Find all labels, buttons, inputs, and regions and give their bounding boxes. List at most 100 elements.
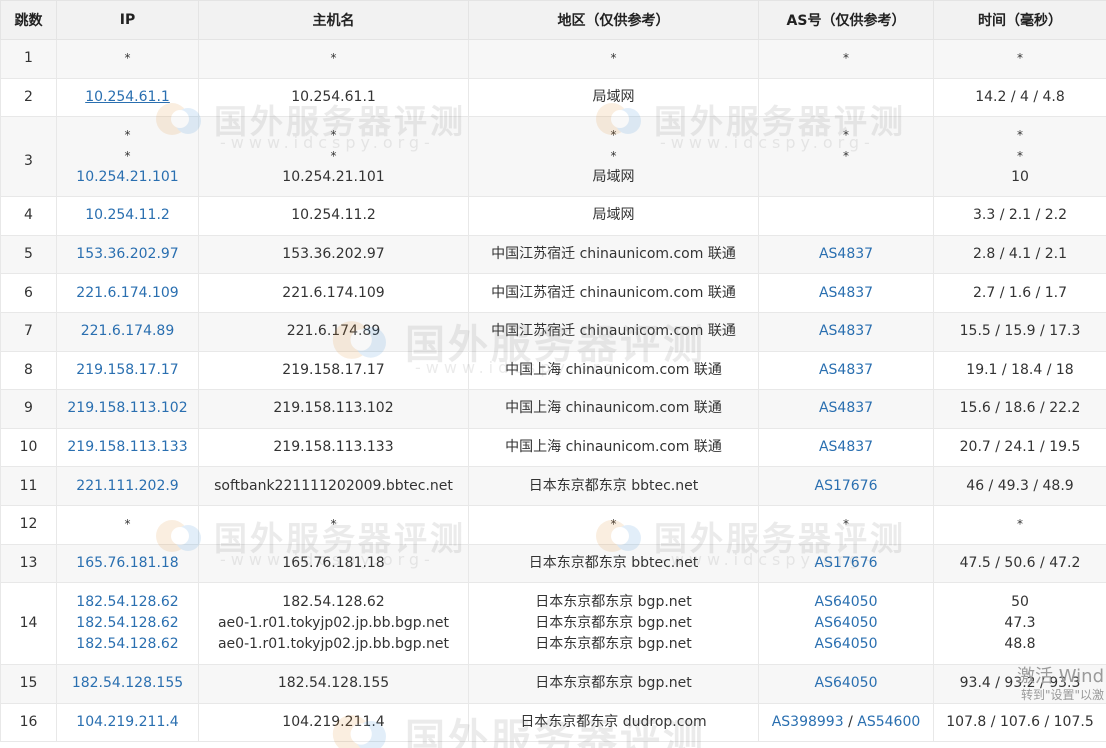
time-text: 14.2 / 4 / 4.8 xyxy=(975,88,1065,105)
as-link[interactable]: AS4837 xyxy=(763,321,929,342)
as-timeout: * xyxy=(843,128,849,143)
ip-timeout: * xyxy=(124,128,131,143)
cell-hop: 15 xyxy=(0,664,57,704)
table-row: 4 10.254.11.2 10.254.11.2 局域网 3.3 / 2.1 / 2… xyxy=(0,196,1106,236)
as-link[interactable]: AS398993 / AS54600 xyxy=(763,712,929,733)
time-timeout: * xyxy=(1017,128,1023,143)
cell-time: 15.5 / 15.9 / 17.3 xyxy=(933,311,1106,352)
cell-region: 局域网 xyxy=(468,196,759,236)
cell-as: * * xyxy=(758,116,934,198)
cell-hostname: 221.6.174.109 xyxy=(198,273,469,313)
cell-hostname: * xyxy=(198,504,469,545)
time-text: 107.8 / 107.6 / 107.5 xyxy=(946,714,1094,731)
cell-region: 中国江苏宿迁 chinaunicom.com 联通 xyxy=(468,234,759,275)
cell-region: * xyxy=(468,504,759,545)
ip-link[interactable]: 221.6.174.109 xyxy=(61,283,194,304)
cell-hostname: 182.54.128.62 ae0-1.r01.tokyjp02.jp.bb.bg… xyxy=(198,582,469,666)
as-link[interactable]: AS64050 xyxy=(763,673,929,694)
cell-as: AS4837 xyxy=(758,234,934,275)
time-text: 20.7 / 24.1 / 19.5 xyxy=(959,439,1081,456)
table-row: 16 104.219.211.4 104.219.211.4 日本东京都东京 dudr… xyxy=(0,702,1106,743)
hostname-text: 219.158.113.133 xyxy=(273,439,394,456)
ip-link[interactable]: 104.219.211.4 xyxy=(61,712,194,733)
cell-region: 中国江苏宿迁 chinaunicom.com 联通 xyxy=(468,273,759,313)
cell-region: * * 局域网 xyxy=(468,116,759,198)
cell-ip: * * 10.254.21.101 xyxy=(56,116,199,198)
region-text: 中国江苏宿迁 chinaunicom.com 联通 xyxy=(491,284,736,301)
ip-link[interactable]: 153.36.202.97 xyxy=(61,244,194,265)
cell-region: 日本东京都东京 bbtec.net xyxy=(468,466,759,506)
cell-hop: 11 xyxy=(0,466,57,506)
ip-link[interactable]: 182.54.128.155 xyxy=(61,673,194,694)
hostname-timeout: * xyxy=(330,517,337,532)
table-row: 7 221.6.174.89 221.6.174.89 中国江苏宿迁 chinauni… xyxy=(0,311,1106,352)
region-timeout: * xyxy=(610,128,617,143)
ip-link[interactable]: 182.54.128.62 xyxy=(61,613,194,634)
traceroute-table: 跳数 IP 主机名 地区（仅供参考） AS号（仅供参考） 时间（毫秒） 1 * * *… xyxy=(0,0,1106,743)
cell-as: * xyxy=(758,39,934,79)
cell-hop: 2 xyxy=(0,77,57,118)
as-timeout: * xyxy=(843,51,849,66)
cell-as: AS4837 xyxy=(758,427,934,468)
as-timeout: * xyxy=(843,149,849,164)
region-text: 日本东京都东京 bgp.net xyxy=(535,675,692,692)
ip-link[interactable]: 10.254.11.2 xyxy=(61,205,194,226)
cell-hostname: 104.219.211.4 xyxy=(198,702,469,743)
as-link[interactable]: AS54600 xyxy=(857,714,920,730)
time-timeout: * xyxy=(1017,51,1023,66)
as-link[interactable]: AS398993 xyxy=(772,714,844,730)
as-link[interactable]: AS64050 xyxy=(763,592,929,613)
as-link[interactable]: AS17676 xyxy=(763,476,929,497)
cell-hop: 9 xyxy=(0,389,57,429)
as-empty xyxy=(763,167,929,188)
ip-link[interactable]: 219.158.17.17 xyxy=(61,360,194,381)
time-text: 50 xyxy=(1011,594,1029,611)
table-row: 1 * * * * * xyxy=(0,39,1106,79)
ip-link[interactable]: 219.158.113.133 xyxy=(61,437,194,458)
time-text: 2.8 / 4.1 / 2.1 xyxy=(972,246,1068,263)
cell-as: AS64050 xyxy=(758,664,934,704)
ip-link[interactable]: 182.54.128.62 xyxy=(61,634,194,655)
ip-link[interactable]: 10.254.21.101 xyxy=(61,167,194,188)
ip-link[interactable]: 221.111.202.9 xyxy=(61,476,194,497)
as-link[interactable]: AS4837 xyxy=(763,244,929,265)
ip-link[interactable]: 10.254.61.1 xyxy=(61,87,194,108)
hostname-text: 221.6.174.89 xyxy=(286,323,381,340)
as-link[interactable]: AS17676 xyxy=(763,553,929,574)
ip-link[interactable]: 221.6.174.89 xyxy=(61,321,194,342)
as-link[interactable]: AS64050 xyxy=(763,634,929,655)
as-link[interactable]: AS4837 xyxy=(763,437,929,458)
col-header-hostname: 主机名 xyxy=(198,0,469,40)
region-text: 日本东京都东京 bgp.net xyxy=(535,636,692,653)
cell-time: 20.7 / 24.1 / 19.5 xyxy=(933,427,1106,468)
as-separator: / xyxy=(843,714,858,731)
cell-hop: 4 xyxy=(0,196,57,236)
as-link[interactable]: AS4837 xyxy=(763,360,929,381)
cell-time: 2.7 / 1.6 / 1.7 xyxy=(933,273,1106,313)
cell-ip: 219.158.113.102 xyxy=(56,389,199,429)
cell-hop: 14 xyxy=(0,582,57,666)
table-row: 2 10.254.61.1 10.254.61.1 局域网 14.2 / 4 / 4.… xyxy=(0,77,1106,118)
table-row: 8 219.158.17.17 219.158.17.17 中国上海 chinauni… xyxy=(0,350,1106,391)
cell-time: 2.8 / 4.1 / 2.1 xyxy=(933,234,1106,275)
cell-ip: 221.6.174.89 xyxy=(56,311,199,352)
hostname-text: 182.54.128.62 xyxy=(282,594,385,611)
as-link[interactable]: AS4837 xyxy=(763,398,929,419)
ip-link[interactable]: 182.54.128.62 xyxy=(61,592,194,613)
cell-hop: 3 xyxy=(0,116,57,198)
cell-region: 日本东京都东京 bbtec.net xyxy=(468,543,759,584)
ip-link[interactable]: 219.158.113.102 xyxy=(61,398,194,419)
as-link[interactable]: AS4837 xyxy=(763,283,929,304)
cell-time: * xyxy=(933,39,1106,79)
ip-link[interactable]: 165.76.181.18 xyxy=(61,553,194,574)
table-row: 6 221.6.174.109 221.6.174.109 中国江苏宿迁 chinau… xyxy=(0,273,1106,313)
cell-hostname: 219.158.17.17 xyxy=(198,350,469,391)
region-text: 日本东京都东京 bgp.net xyxy=(535,615,692,632)
table-row: 9 219.158.113.102 219.158.113.102 中国上海 chin… xyxy=(0,389,1106,429)
cell-hop: 6 xyxy=(0,273,57,313)
as-link[interactable]: AS64050 xyxy=(763,613,929,634)
cell-hop: 8 xyxy=(0,350,57,391)
time-text: 19.1 / 18.4 / 18 xyxy=(966,361,1074,378)
region-text: 日本东京都东京 bgp.net xyxy=(535,594,692,611)
cell-time: 50 47.3 48.8 xyxy=(933,582,1106,666)
